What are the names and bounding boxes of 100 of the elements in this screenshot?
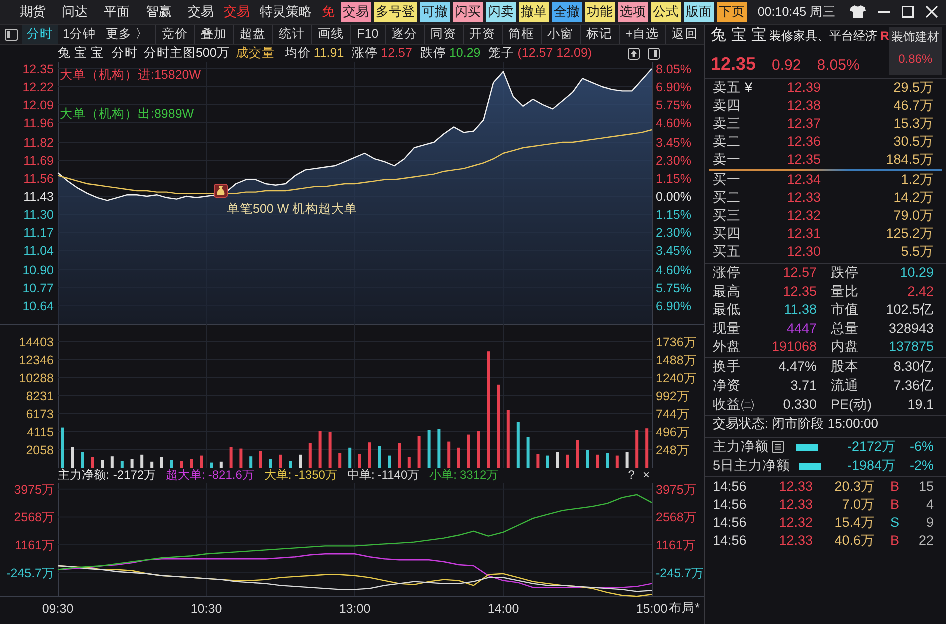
menu-item[interactable]: 特灵策略	[252, 4, 320, 20]
stat-label: 市值	[831, 302, 859, 318]
price-axis-label: 11.17	[24, 226, 54, 240]
promo-label[interactable]: 交易	[222, 4, 252, 20]
stat-label: 涨停	[713, 265, 741, 282]
indicator-value: (12.57 12.09)	[518, 46, 592, 61]
quick-button[interactable]: 全撤	[552, 2, 582, 22]
order-price: 12.36	[786, 134, 821, 150]
flow-axis-label: 3975万	[14, 483, 55, 497]
quick-button[interactable]: 公式	[651, 2, 681, 22]
net-flow-value: -2172万	[113, 468, 156, 483]
price-axis-label: 10.64	[22, 300, 54, 314]
flow-label: 主力净额	[713, 438, 769, 456]
quick-button[interactable]: 可撤	[420, 2, 450, 22]
menu-item[interactable]: 问达	[54, 4, 96, 20]
legend-label: 大单:	[264, 468, 292, 483]
bar-icon	[796, 444, 818, 450]
price-axis-label: 12.09	[22, 98, 54, 112]
flow-axis-label: 2568万	[14, 510, 55, 525]
percent-axis-label: 0.00%	[656, 190, 692, 204]
bag-icon	[214, 184, 228, 198]
trade-count: 15	[918, 479, 934, 496]
last-price: 12.35	[711, 54, 756, 76]
percent-axis-label: 5.75%	[656, 282, 692, 296]
indicator-value: 11.91	[314, 46, 344, 61]
maximize-icon[interactable]	[902, 6, 914, 18]
arrow-box-icon[interactable]	[628, 48, 640, 60]
layout-button[interactable]: 布局*	[669, 601, 700, 615]
close-icon[interactable]	[926, 6, 938, 18]
list-icon[interactable]	[772, 441, 784, 453]
sidebar-icon[interactable]	[5, 28, 18, 40]
percent-axis-label: 8.05%	[656, 62, 692, 76]
toolbar-button[interactable]: 同资	[424, 25, 463, 44]
quick-button[interactable]: 交易	[341, 2, 371, 22]
stat-label: 跌停	[831, 265, 859, 282]
menu-item[interactable]: 交易	[180, 4, 222, 20]
toolbar-tab[interactable]: 分时	[22, 25, 58, 44]
toolbar-button[interactable]: 小窗	[540, 25, 580, 44]
stat-label: 内盘	[831, 339, 859, 356]
percent-axis-label: 6.90%	[656, 80, 692, 94]
quick-button[interactable]: 功能	[585, 2, 615, 22]
toolbar-button[interactable]: 竞价	[155, 25, 194, 44]
flag-label: R	[880, 29, 890, 44]
trade-price: 12.33	[778, 497, 813, 514]
order-level-label: 买一	[713, 172, 741, 188]
volume-axis-label: 2058	[26, 444, 54, 458]
order-price: 12.32	[786, 208, 821, 224]
order-level-label: 卖一	[713, 152, 741, 168]
stat-value: 19.1	[908, 396, 934, 414]
toolbar-button[interactable]: 简框	[502, 25, 541, 44]
order-level-label: 买五	[713, 244, 741, 260]
order-volume: 184.5万	[886, 152, 934, 168]
promo-label[interactable]: 免	[320, 4, 337, 20]
quick-button[interactable]: 闪买	[453, 2, 483, 22]
order-level-label: 卖三	[713, 116, 741, 132]
price-axis-label: 11.04	[24, 244, 54, 258]
quick-button[interactable]: 下页	[717, 2, 747, 22]
stock-name: 兔 宝 宝	[711, 27, 768, 46]
toolbar-button[interactable]: 返回	[665, 25, 704, 44]
trade-price: 12.32	[778, 515, 813, 532]
close-button[interactable]: ×	[638, 468, 654, 483]
trade-time: 14:56	[713, 479, 748, 496]
order-volume: 1.2万	[901, 172, 934, 188]
toolbar-button[interactable]: +自选	[618, 25, 665, 44]
legend-value: -821.6万	[208, 468, 254, 483]
menu-item[interactable]: 平面	[96, 4, 138, 20]
toolbar-button[interactable]: 超盘	[233, 25, 272, 44]
toolbar-button[interactable]: 统计	[272, 25, 312, 44]
menu-item[interactable]: 期货	[12, 4, 54, 20]
amount-axis-label: 992万	[656, 390, 690, 404]
quick-button[interactable]: 闪卖	[486, 2, 516, 22]
toolbar-tab[interactable]: 1分钟	[58, 25, 101, 44]
volume-axis-label: 8231	[26, 390, 54, 404]
stat-label: 外盘	[713, 339, 741, 356]
toolbar-button[interactable]: F10	[350, 25, 385, 44]
volume-axis-label: 6173	[26, 408, 54, 422]
sector-card[interactable]: 装饰建材 0.86%	[889, 27, 942, 75]
shirt-icon[interactable]	[850, 5, 866, 19]
toolbar-button[interactable]: 标记	[580, 25, 619, 44]
order-level-label: 卖四	[713, 98, 741, 114]
stat-value: 191068	[772, 339, 817, 356]
quick-button[interactable]: 版面	[684, 2, 714, 22]
quick-button[interactable]: 选项	[618, 2, 648, 22]
stat-value: 7.36亿	[894, 378, 934, 394]
time-axis-label: 14:00	[488, 602, 520, 616]
toolbar-button[interactable]: 开资	[462, 25, 502, 44]
percent-axis-label: 2.30%	[656, 154, 692, 168]
toolbar-button[interactable]: 画线	[311, 25, 350, 44]
help-button[interactable]: ?	[624, 468, 639, 483]
panel-icon[interactable]	[648, 48, 660, 60]
quick-button[interactable]: 多号登	[374, 2, 417, 22]
trade-count: 9	[926, 515, 934, 532]
toolbar-button[interactable]: 逐分	[384, 25, 424, 44]
quick-button[interactable]: 撤单	[519, 2, 549, 22]
trade-price: 12.33	[778, 533, 813, 550]
sector-change: 0.86%	[898, 52, 933, 67]
stat-value: 3.71	[790, 378, 817, 394]
menu-item[interactable]: 智赢	[138, 4, 180, 20]
toolbar-button[interactable]: 叠加	[194, 25, 234, 44]
toolbar-tab[interactable]: 更多 〉	[100, 25, 154, 44]
